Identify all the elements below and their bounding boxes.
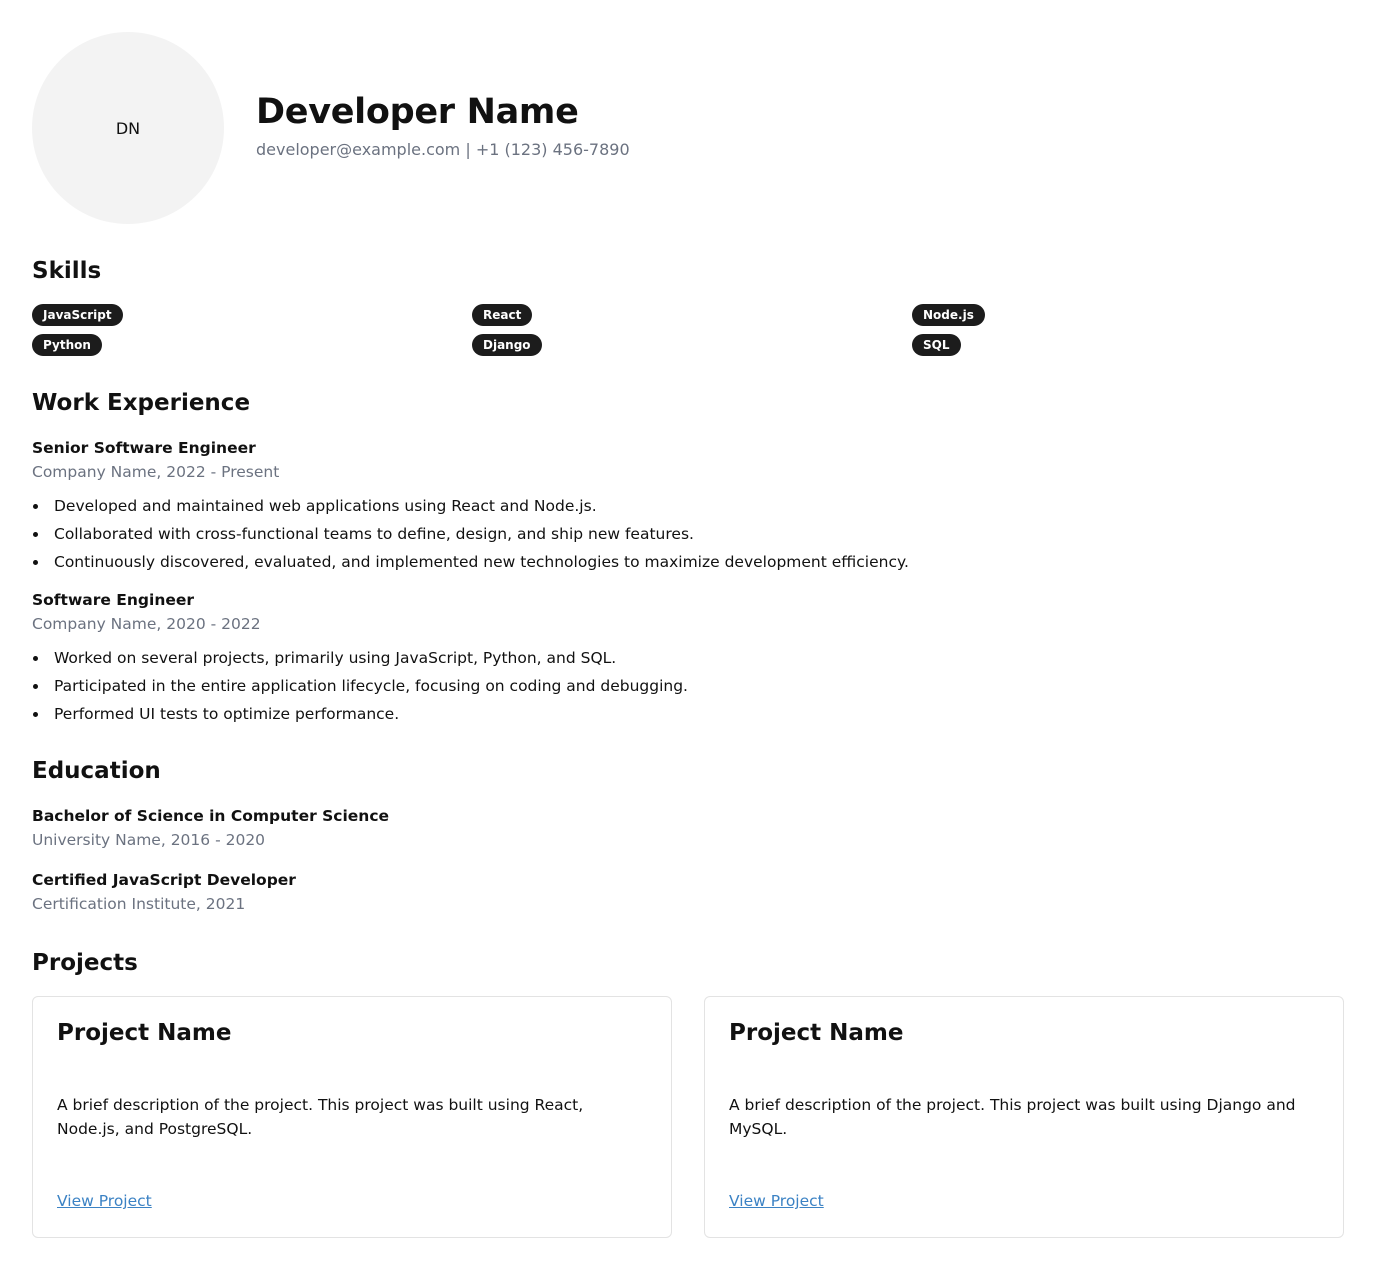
- education-entry: Bachelor of Science in Computer Science …: [32, 804, 389, 852]
- job-title: Software Engineer: [32, 591, 195, 609]
- job-meta: Company Name, 2020 - 2022: [32, 615, 261, 633]
- education-entry: Certified JavaScript Developer Certifica…: [32, 868, 296, 916]
- job-entry: Software Engineer Company Name, 2020 - 2…: [32, 588, 1332, 728]
- education-meta: Certification Institute, 2021: [32, 895, 246, 913]
- project-description: A brief description of the project. This…: [57, 1096, 584, 1138]
- view-project-link[interactable]: View Project: [729, 1189, 824, 1213]
- job-bullet: Developed and maintained web application…: [32, 492, 1332, 520]
- job-bullet: Worked on several projects, primarily us…: [32, 644, 1332, 672]
- job-meta: Company Name, 2022 - Present: [32, 463, 280, 481]
- job-bullet: Participated in the entire application l…: [32, 672, 1332, 700]
- skill-badge: React: [472, 304, 533, 326]
- profile-contact: developer@example.com | +1 (123) 456-789…: [256, 139, 630, 159]
- job-bullets: Developed and maintained web application…: [32, 492, 1332, 576]
- skill-badge: JavaScript: [32, 304, 123, 326]
- education-title: Certified JavaScript Developer: [32, 871, 296, 889]
- projects-heading: Projects: [32, 950, 138, 976]
- skill-badge: Django: [472, 334, 542, 356]
- job-title: Senior Software Engineer: [32, 439, 256, 457]
- education-meta: University Name, 2016 - 2020: [32, 831, 266, 849]
- experience-heading: Work Experience: [32, 390, 251, 416]
- job-bullet: Collaborated with cross-functional teams…: [32, 520, 1332, 548]
- job-bullets: Worked on several projects, primarily us…: [32, 644, 1332, 728]
- project-description: A brief description of the project. This…: [729, 1096, 1296, 1138]
- project-title: Project Name: [729, 1020, 904, 1046]
- education-title: Bachelor of Science in Computer Science: [32, 807, 390, 825]
- profile-header: DN Developer Name developer@example.com …: [32, 32, 630, 224]
- education-heading: Education: [32, 758, 161, 784]
- job-bullet: Continuously discovered, evaluated, and …: [32, 548, 1332, 576]
- project-card: Project Name A brief description of the …: [32, 996, 672, 1238]
- view-project-link[interactable]: View Project: [57, 1189, 152, 1213]
- job-bullet: Performed UI tests to optimize performan…: [32, 700, 1332, 728]
- skills-list: JavaScript React Node.js Python Django S…: [32, 304, 1352, 356]
- profile-info: Developer Name developer@example.com | +…: [256, 90, 630, 159]
- skill-badge: Python: [32, 334, 102, 356]
- profile-name: Developer Name: [256, 91, 579, 132]
- avatar-initials: DN: [115, 118, 141, 138]
- skill-badge: SQL: [912, 334, 961, 356]
- project-title: Project Name: [57, 1020, 232, 1046]
- skills-heading: Skills: [32, 258, 102, 284]
- project-card: Project Name A brief description of the …: [704, 996, 1344, 1238]
- skill-badge: Node.js: [912, 304, 985, 326]
- avatar: DN: [32, 32, 224, 224]
- job-entry: Senior Software Engineer Company Name, 2…: [32, 436, 1332, 576]
